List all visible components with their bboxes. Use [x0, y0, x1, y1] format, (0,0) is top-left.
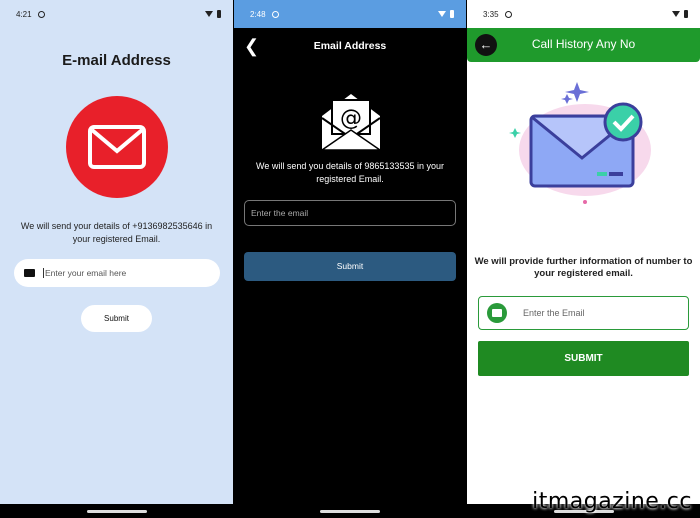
- description: We will provide further information of n…: [474, 256, 693, 279]
- mail-circle-icon: [487, 303, 507, 323]
- battery-icon: [217, 10, 221, 18]
- battery-icon: [450, 10, 454, 18]
- wifi-icon: [438, 11, 446, 17]
- open-envelope-at-icon: @: [320, 94, 382, 151]
- screen-email-address-light: 4:21 E-mail Address We will send your de…: [0, 0, 233, 518]
- svg-text:@: @: [340, 106, 362, 131]
- status-time: 3:35: [483, 9, 499, 19]
- wifi-icon: [205, 11, 213, 17]
- submit-button[interactable]: Submit: [244, 252, 456, 281]
- description: We will send your details of +9136982535…: [20, 221, 213, 244]
- header-title: Email Address: [313, 40, 387, 52]
- back-arrow-icon[interactable]: ❮: [244, 36, 259, 57]
- email-input[interactable]: Enter the email: [244, 200, 456, 226]
- page-title: E-mail Address: [62, 52, 171, 69]
- email-placeholder: Enter your email here: [43, 268, 127, 278]
- status-time: 2:48: [250, 9, 266, 19]
- submit-button[interactable]: SUBMIT: [478, 341, 689, 376]
- submit-button[interactable]: Submit: [81, 305, 152, 332]
- status-time: 4:21: [16, 9, 32, 19]
- email-input[interactable]: Enter your email here: [14, 259, 220, 287]
- status-bar: 2:48: [234, 0, 466, 28]
- status-bar: 3:35: [467, 0, 700, 28]
- screen-call-history: 3:35 ← Call History Any No We will provi…: [467, 0, 700, 518]
- home-handle[interactable]: [86, 510, 147, 513]
- mail-icon: [24, 269, 35, 277]
- email-placeholder: Enter the Email: [523, 308, 585, 318]
- description: We will send you details of 9865133535 i…: [256, 161, 444, 184]
- envelope-icon: [88, 125, 146, 169]
- home-handle[interactable]: [320, 510, 380, 513]
- wifi-icon: [672, 11, 680, 17]
- screen-email-address-dark: 2:48 ❮ Email Address @ We will send you …: [234, 0, 466, 518]
- nav-bar: [0, 504, 233, 518]
- email-sent-illustration: [509, 82, 651, 204]
- mail-icon-circle: [66, 96, 168, 198]
- watermark: itmagazine.cc: [532, 489, 692, 514]
- notification-icon: [37, 10, 45, 18]
- app-header: ❮ Email Address: [234, 28, 466, 64]
- app-header: ← Call History Any No: [467, 28, 700, 62]
- email-input[interactable]: Enter the Email: [478, 296, 689, 330]
- header-title: Call History Any No: [531, 37, 636, 51]
- notification-icon: [504, 10, 512, 18]
- battery-icon: [684, 10, 688, 18]
- nav-bar: [234, 504, 466, 518]
- status-bar: 4:21: [0, 0, 233, 28]
- notification-icon: [271, 10, 279, 18]
